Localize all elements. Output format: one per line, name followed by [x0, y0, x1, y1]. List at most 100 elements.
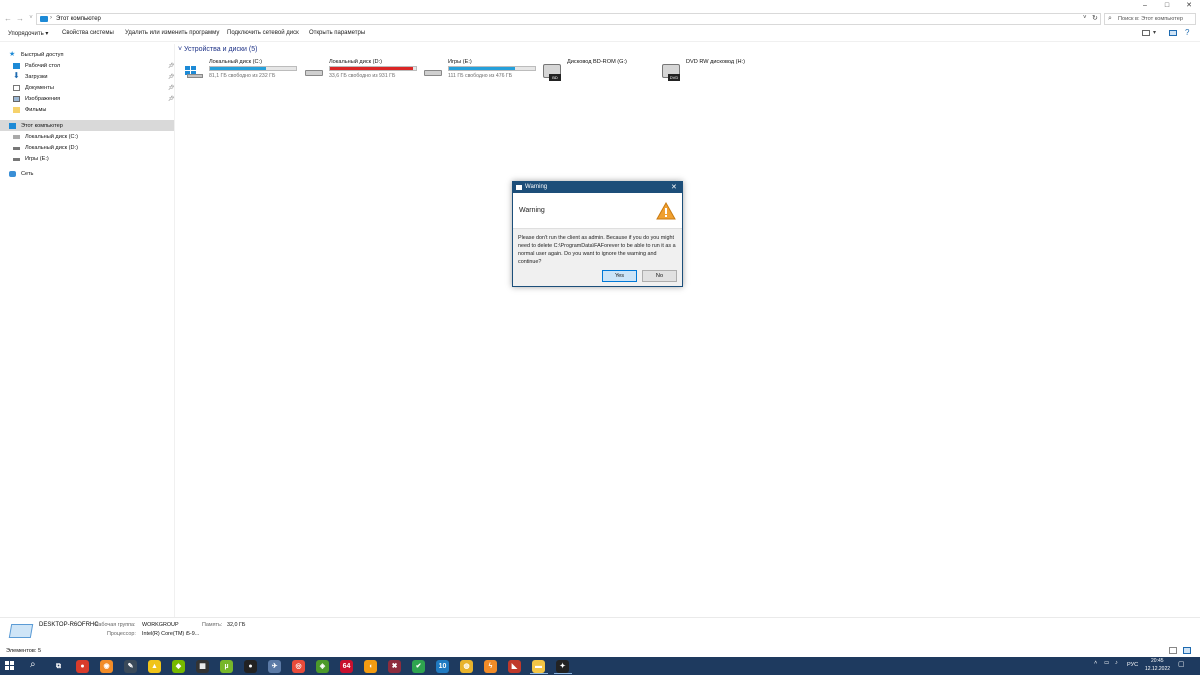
racing-app-icon[interactable]: ◣	[504, 658, 526, 674]
drive-name: Локальный диск (C:)	[209, 59, 262, 65]
search-input[interactable]: ⌕ Поиск в: Этот компьютер	[1104, 13, 1196, 25]
map-app-icon[interactable]: ◈	[312, 658, 334, 674]
uninstall-program-button[interactable]: Удалить или изменить программу	[125, 30, 219, 36]
nvidia-icon[interactable]: ◆	[168, 658, 190, 674]
view-options-icon[interactable]	[1142, 30, 1150, 36]
no-button[interactable]: No	[642, 270, 677, 282]
refresh-icon[interactable]: ↻	[1092, 14, 1098, 22]
camera-app-icon[interactable]: ◉	[96, 658, 118, 674]
pin-icon: 📌︎	[168, 85, 175, 91]
show-hidden-icons-icon[interactable]: ˄	[1094, 660, 1097, 666]
explorer-icon[interactable]: ▬	[528, 658, 550, 674]
fish-app-icon[interactable]: ◖	[360, 658, 382, 674]
computer-name: DESKTOP-R6OFRHC	[39, 622, 99, 628]
this-pc-icon	[9, 123, 16, 129]
map-network-drive-button[interactable]: Подключить сетевой диск	[227, 30, 299, 36]
drive-icon	[13, 147, 20, 150]
pin-icon: 📌︎	[168, 63, 175, 69]
volume-icon[interactable]: ♪	[1115, 660, 1118, 666]
address-path: Этот компьютер	[56, 16, 101, 22]
network-tray-icon[interactable]: ▭	[1104, 660, 1109, 666]
open-settings-button[interactable]: Открыть параметры	[309, 30, 365, 36]
pencil-app-icon[interactable]: ✎	[120, 658, 142, 674]
view-dropdown-icon[interactable]: ▾	[1153, 29, 1156, 36]
documents-icon	[13, 85, 20, 91]
drive-free-space: 111 ГБ свободно из 476 ГБ	[448, 73, 513, 79]
help-icon[interactable]: ?	[1185, 28, 1189, 37]
status-bar: Элементов: 5	[0, 645, 1200, 657]
dialog-title: Warning	[525, 184, 548, 190]
star-icon: ★	[9, 51, 16, 58]
drive-usage-fill	[330, 67, 413, 70]
navigation-pane: ★ Быстрый доступ Рабочий стол 📌︎ ⬇ Загру…	[0, 44, 175, 617]
language-indicator[interactable]: РУС	[1127, 662, 1138, 668]
clapper-icon[interactable]: ▦	[192, 658, 214, 674]
item-count: Элементов: 5	[6, 648, 42, 654]
dvd-rw-icon: DVD	[662, 64, 680, 81]
notifications-icon[interactable]: ▢	[1178, 660, 1185, 668]
address-dropdown-icon[interactable]: ˅	[1083, 15, 1087, 21]
folder-icon	[13, 107, 20, 113]
breadcrumb-separator-icon: ›	[50, 15, 52, 21]
chrome-icon[interactable]: ◍	[456, 658, 478, 674]
close-window-button[interactable]: ✕	[1178, 0, 1200, 11]
preview-pane-icon[interactable]	[1169, 30, 1177, 36]
ten-app-icon[interactable]: 10	[432, 658, 454, 674]
back-icon[interactable]: ←	[3, 13, 13, 24]
drive-usage-fill	[210, 67, 266, 70]
organize-button[interactable]: Упорядочить ▾	[8, 30, 48, 37]
x-app-icon[interactable]: ✖	[384, 658, 406, 674]
dialog-title-bar: Warning ✕	[513, 182, 682, 193]
maximize-button[interactable]: □	[1156, 0, 1178, 11]
desktop-icon	[13, 63, 20, 69]
recent-locations-icon[interactable]: ˅	[26, 13, 36, 24]
drive-tile-d[interactable]: Локальный диск (D:) 33,6 ГБ свободно из …	[305, 59, 420, 89]
shield-app-icon[interactable]: ✔	[408, 658, 430, 674]
address-bar[interactable]: › Этот компьютер ˅ ↻	[36, 13, 1101, 25]
windows-start-icon[interactable]	[5, 661, 15, 671]
drive-tile-c[interactable]: Локальный диск (C:) 81,1 ГБ свободно из …	[185, 59, 300, 89]
taskbar: ⌕ ⧉ ● ◉ ✎ ▲ ◆ ▦ µ ● ✈ ◎ ◈ 64 ◖ ✖ ✔ 10 ◍ ϟ ◣ ▬ ✦ ˄ ▭ ♪ РУС 20:…	[0, 657, 1200, 675]
faf-icon[interactable]: ✦	[552, 658, 574, 674]
drive-icon	[305, 66, 323, 77]
search-icon[interactable]: ⌕	[30, 659, 36, 670]
dialog-heading: Warning	[519, 207, 545, 214]
drive-usage-bar	[448, 66, 536, 71]
minimize-button[interactable]: –	[1134, 0, 1156, 11]
devices-group-header[interactable]: ˅ Устройства и диски (5)	[178, 46, 257, 53]
drive-name: Игры (E:)	[448, 59, 472, 65]
drive-tile-e[interactable]: Игры (E:) 111 ГБ свободно из 476 ГБ	[424, 59, 539, 89]
drive-tile-h[interactable]: DVD DVD RW дисковод (H:)	[662, 59, 772, 89]
warning-dialog: Warning ✕ Warning Please don't run the c…	[512, 181, 683, 287]
memory-label: Память:	[202, 622, 223, 628]
panda-icon[interactable]: ●	[240, 658, 262, 674]
dialog-close-icon[interactable]: ✕	[671, 183, 677, 191]
game-app-icon[interactable]: ●	[72, 658, 94, 674]
system-properties-button[interactable]: Свойства системы	[62, 30, 114, 36]
running-indicator	[530, 673, 548, 674]
pictures-icon	[13, 96, 20, 102]
details-view-icon[interactable]	[1169, 647, 1177, 654]
task-view-icon[interactable]: ⧉	[48, 658, 70, 674]
satellite-icon[interactable]: ✈	[264, 658, 286, 674]
warning-app-icon[interactable]: ▲	[144, 658, 166, 674]
window-title-bar: – □ ✕	[0, 0, 1200, 11]
warning-triangle-icon	[656, 202, 676, 220]
lightning-app-icon[interactable]: ϟ	[480, 658, 502, 674]
this-pc-icon	[40, 16, 48, 22]
clock-date[interactable]: 12.12.2022	[1145, 666, 1170, 672]
drive-name: DVD RW дисковод (H:)	[686, 59, 745, 65]
clock-time[interactable]: 20:45	[1151, 658, 1164, 664]
address-row: ← → ˅ › Этот компьютер ˅ ↻ ⌕ Поиск в: Эт…	[0, 11, 1200, 26]
lifebuoy-icon[interactable]: ◎	[288, 658, 310, 674]
utorrent-icon[interactable]: µ	[216, 658, 238, 674]
laptop-icon	[8, 624, 34, 638]
yes-button[interactable]: Yes	[602, 270, 637, 282]
forward-icon[interactable]: →	[15, 13, 25, 24]
drive-tile-g[interactable]: BD Дисковод BD-ROM (G:)	[543, 59, 653, 89]
tiles-view-icon[interactable]	[1183, 647, 1191, 654]
memory-value: 32,0 ГБ	[227, 622, 246, 628]
aida64-icon[interactable]: 64	[336, 658, 358, 674]
workgroup-value: WORKGROUP	[142, 622, 179, 628]
drive-icon	[424, 66, 442, 77]
